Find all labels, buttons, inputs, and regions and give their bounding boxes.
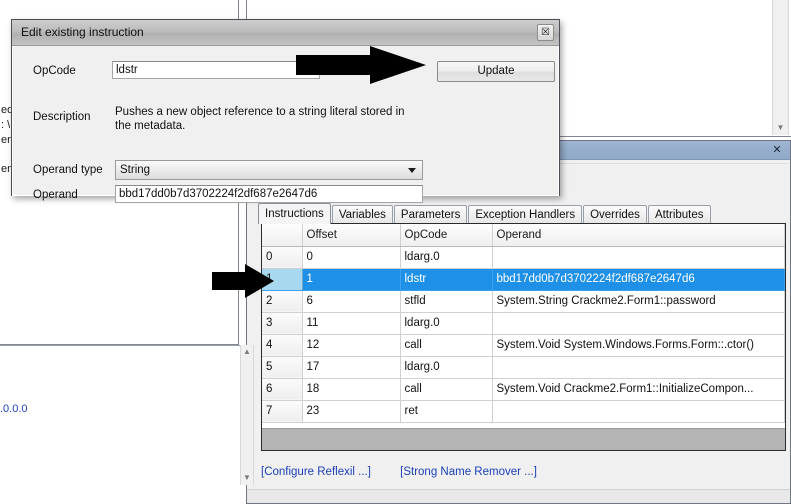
cell-opcode[interactable]: ret	[400, 400, 493, 423]
table-row[interactable]: 5 17 ldarg.0	[262, 356, 785, 379]
grid-bottom-filler	[262, 428, 785, 450]
cell-opcode[interactable]: call	[400, 378, 493, 401]
cell-operand[interactable]: System.Void System.Windows.Forms.Form::.…	[492, 334, 785, 357]
cell-opcode[interactable]: stfld	[400, 290, 493, 313]
table-row[interactable]: 6 18 call System.Void Crackme2.Form1::In…	[262, 378, 785, 401]
cell-operand[interactable]	[492, 400, 785, 423]
cell-opcode[interactable]: ldarg.0	[400, 356, 493, 379]
col-header-opcode[interactable]: OpCode	[400, 224, 493, 247]
row-index[interactable]: 0	[262, 246, 303, 269]
description-label: Description	[33, 111, 91, 123]
cell-offset[interactable]: 6	[302, 290, 401, 313]
tab-attributes[interactable]: Attributes	[647, 205, 711, 224]
scroll-up-arrow-icon[interactable]: ▲	[241, 345, 253, 359]
cell-offset[interactable]: 23	[302, 400, 401, 423]
col-header-offset[interactable]: Offset	[302, 224, 401, 247]
dialog-title: Edit existing instruction	[21, 25, 144, 39]
cell-offset[interactable]: 1	[302, 268, 401, 291]
tab-parameters[interactable]: Parameters	[393, 205, 468, 224]
row-index[interactable]: 3	[262, 312, 303, 335]
table-row[interactable]: 4 12 call System.Void System.Windows.For…	[262, 334, 785, 357]
operand-type-value: String	[120, 164, 151, 176]
row-index[interactable]: 2	[262, 290, 303, 313]
cell-offset[interactable]: 18	[302, 378, 401, 401]
scroll-down-arrow-icon[interactable]: ▼	[773, 121, 788, 135]
cell-operand[interactable]: bbd17dd0b7d3702224f2df687e2647d6	[492, 268, 785, 291]
cell-opcode[interactable]: call	[400, 334, 493, 357]
table-row[interactable]: 2 6 stfld System.String Crackme2.Form1::…	[262, 290, 785, 313]
tab-instructions[interactable]: Instructions	[258, 203, 331, 224]
chevron-down-icon[interactable]	[408, 168, 416, 173]
tab-exception-handlers[interactable]: Exception Handlers	[468, 205, 583, 224]
cell-opcode[interactable]: ldstr	[400, 268, 493, 291]
scroll-down-arrow-icon-2[interactable]: ▼	[241, 471, 253, 485]
tabstrip: Instructions Variables Parameters Except…	[258, 203, 786, 224]
col-header-rownum[interactable]	[262, 224, 303, 247]
strong-name-remover-link[interactable]: [Strong Name Remover ...]	[400, 466, 537, 478]
cell-operand[interactable]	[492, 356, 785, 379]
cell-opcode[interactable]: ldarg.0	[400, 246, 493, 269]
table-row[interactable]: 7 23 ret	[262, 400, 785, 423]
host-panel-scrollbar[interactable]: ▲ ▼	[240, 345, 254, 485]
dialog-body: OpCode Update Description Pushes a new o…	[12, 46, 559, 203]
grid-header-row: Offset OpCode Operand	[262, 224, 785, 247]
cell-operand[interactable]: System.Void Crackme2.Form1::InitializeCo…	[492, 378, 785, 401]
screen-root: ed : \ ent ent .0.0.0 ▼ ✕ Instructions V…	[0, 0, 791, 504]
operand-type-label: Operand type	[33, 164, 103, 176]
col-header-operand[interactable]: Operand	[492, 224, 785, 247]
table-row[interactable]: 3 11 ldarg.0	[262, 312, 785, 335]
host-statusbar	[247, 489, 790, 503]
edit-instruction-dialog: Edit existing instruction ☒ OpCode Updat…	[11, 19, 560, 203]
cell-offset[interactable]: 0	[302, 246, 401, 269]
cell-operand[interactable]	[492, 312, 785, 335]
description-text: Pushes a new object reference to a strin…	[115, 106, 405, 132]
host-close-icon[interactable]: ✕	[770, 143, 784, 157]
grid-body: 0 0 ldarg.0 1 1 ldstr bbd17dd0b7d3702224…	[262, 246, 785, 423]
dialog-titlebar[interactable]: Edit existing instruction ☒	[12, 20, 559, 46]
update-button[interactable]: Update	[437, 61, 555, 82]
cell-operand[interactable]: System.String Crackme2.Form1::password	[492, 290, 785, 313]
cell-offset[interactable]: 11	[302, 312, 401, 335]
row-index[interactable]: 1	[262, 268, 303, 291]
opcode-label: OpCode	[33, 65, 76, 77]
row-index[interactable]: 5	[262, 356, 303, 379]
left-panel-divider	[0, 345, 240, 346]
tab-overrides[interactable]: Overrides	[583, 205, 647, 224]
table-row[interactable]: 0 0 ldarg.0	[262, 246, 785, 269]
instructions-table: Offset OpCode Operand 0 0 ldarg.0 1 1 ld…	[262, 224, 785, 423]
operand-label: Operand	[33, 189, 78, 201]
tab-variables[interactable]: Variables	[331, 205, 393, 224]
bottom-links: [Configure Reflexil ...] [Strong Name Re…	[261, 466, 563, 478]
dialog-close-icon[interactable]: ☒	[537, 24, 554, 41]
row-index[interactable]: 6	[262, 378, 303, 401]
row-index[interactable]: 4	[262, 334, 303, 357]
configure-reflexil-link[interactable]: [Configure Reflexil ...]	[261, 466, 371, 478]
table-row[interactable]: 1 1 ldstr bbd17dd0b7d3702224f2df687e2647…	[262, 268, 785, 291]
operand-input[interactable]	[115, 185, 423, 203]
cell-operand[interactable]	[492, 246, 785, 269]
background-text-fragment-2: : \	[1, 119, 11, 131]
cell-offset[interactable]: 12	[302, 334, 401, 357]
operand-type-select[interactable]: String	[115, 160, 423, 180]
instructions-grid[interactable]: Offset OpCode Operand 0 0 ldarg.0 1 1 ld…	[261, 223, 786, 451]
cell-offset[interactable]: 17	[302, 356, 401, 379]
grid-header: Offset OpCode Operand	[262, 224, 785, 247]
opcode-input[interactable]	[112, 61, 320, 79]
background-version-text: .0.0.0	[0, 403, 28, 415]
row-index[interactable]: 7	[262, 400, 303, 423]
cell-opcode[interactable]: ldarg.0	[400, 312, 493, 335]
right-panel-scrollbar[interactable]: ▼	[772, 0, 789, 135]
